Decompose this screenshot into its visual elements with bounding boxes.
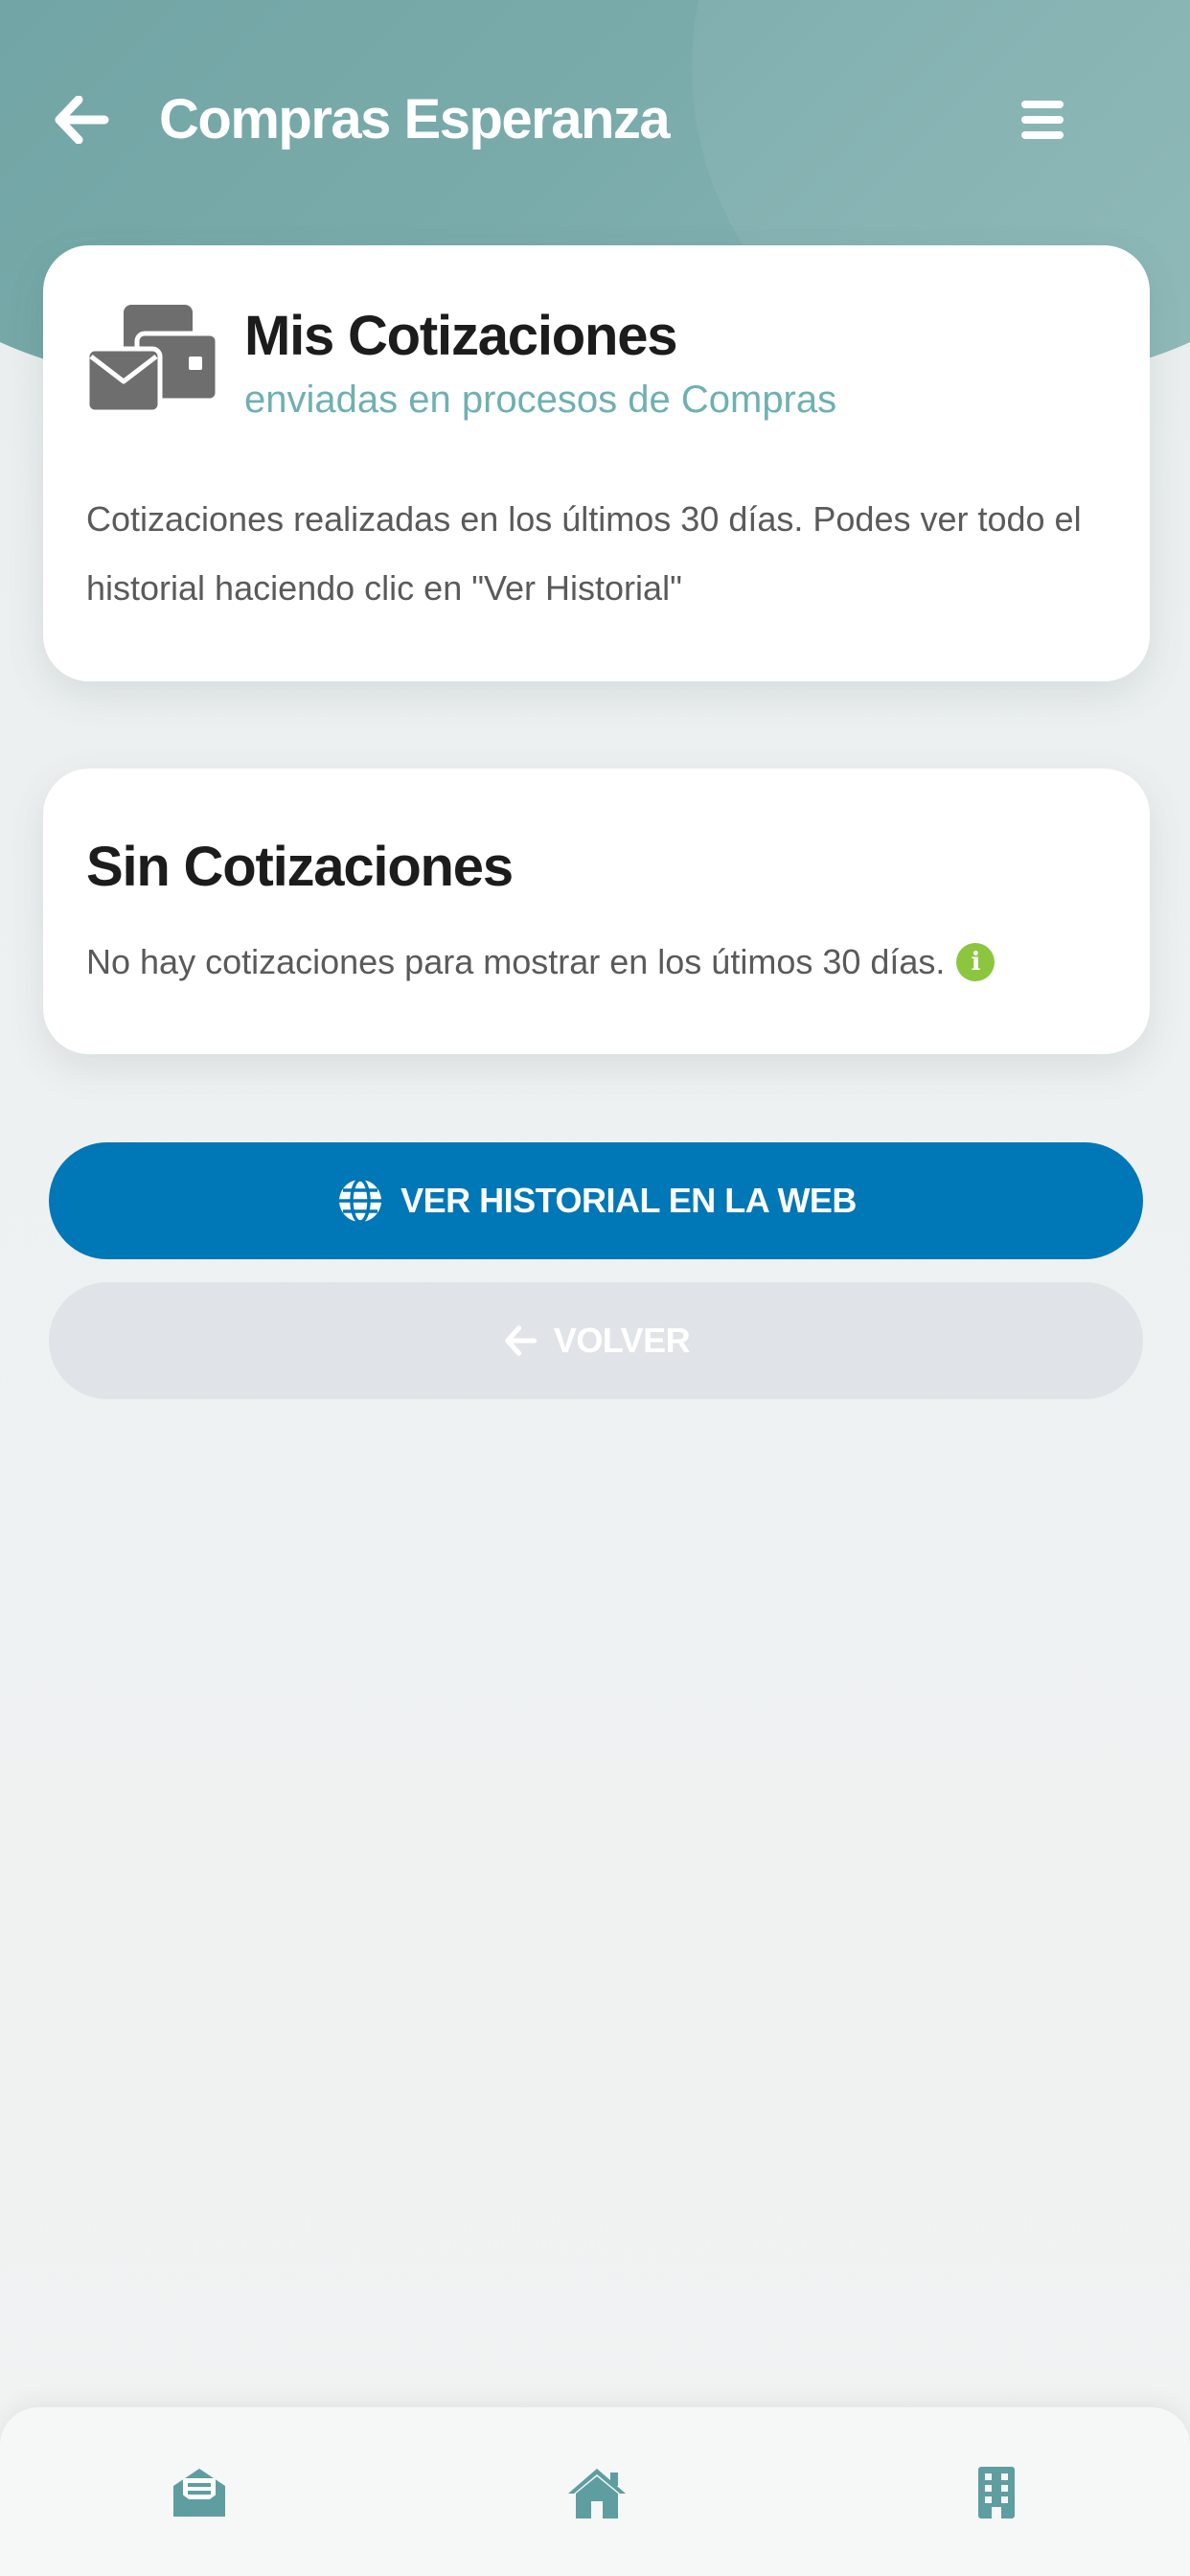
- info-circle-icon: i: [956, 943, 995, 981]
- nav-item-messages[interactable]: [161, 2459, 238, 2526]
- empty-state-card: Sin Cotizaciones No hay cotizaciones par…: [43, 769, 1150, 1054]
- empty-state-description-row: No hay cotizaciones para mostrar en los …: [86, 933, 995, 991]
- top-bar: Compras Esperanza: [0, 58, 1190, 182]
- nav-item-home[interactable]: [559, 2459, 635, 2526]
- arrow-left-icon: [55, 96, 109, 144]
- back-action-button[interactable]: VOLVER: [49, 1282, 1143, 1399]
- mail-wallet-icon: [85, 305, 219, 415]
- nav-item-organization[interactable]: [958, 2459, 1035, 2526]
- bottom-navigation: [0, 2407, 1190, 2576]
- empty-state-description: No hay cotizaciones para mostrar en los …: [86, 942, 946, 981]
- envelope-open-icon: [173, 2469, 225, 2517]
- empty-state-title: Sin Cotizaciones: [86, 836, 514, 898]
- card-subtitle: enviadas en procesos de Compras: [244, 379, 837, 421]
- home-icon: [568, 2469, 626, 2518]
- view-history-button[interactable]: VER HISTORIAL EN LA WEB: [49, 1142, 1143, 1259]
- back-action-label: VOLVER: [553, 1321, 691, 1360]
- quotes-card: Mis Cotizaciones enviadas en procesos de…: [43, 245, 1150, 681]
- menu-button[interactable]: [1006, 86, 1079, 153]
- arrow-left-icon: [505, 1325, 537, 1356]
- back-button[interactable]: [48, 86, 115, 153]
- card-description: Cotizaciones realizadas en los últimos 3…: [86, 499, 1082, 608]
- view-history-label: VER HISTORIAL EN LA WEB: [400, 1181, 857, 1220]
- globe-icon: [339, 1178, 382, 1224]
- building-icon: [978, 2467, 1015, 2518]
- app-title: Compras Esperanza: [159, 88, 671, 150]
- card-title: Mis Cotizaciones: [244, 305, 678, 367]
- hamburger-menu-icon: [1021, 101, 1064, 139]
